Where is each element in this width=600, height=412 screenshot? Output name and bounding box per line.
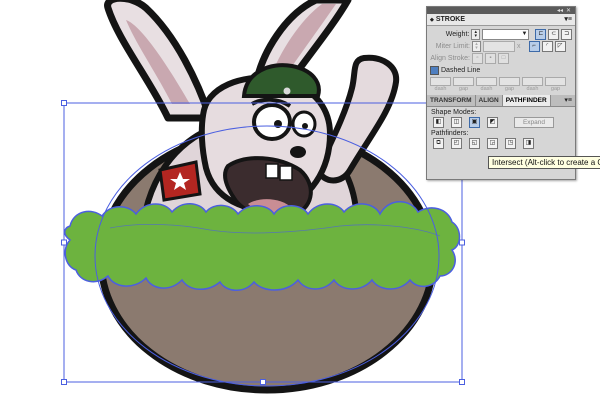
rabbit-beret bbox=[241, 63, 321, 98]
handle-left-middle[interactable] bbox=[61, 239, 67, 246]
divide-button[interactable]: ⧉ bbox=[433, 137, 444, 149]
weight-stepper[interactable]: ▴ ▾ bbox=[471, 28, 481, 40]
align-stroke-row: Align Stroke: ▫ ▪ □ bbox=[427, 52, 575, 64]
tab-bar: TRANSFORM ALIGN PATHFINDER ▾≡ bbox=[427, 95, 575, 107]
weight-label: Weight: bbox=[445, 30, 470, 38]
pathfinder-menu-icon[interactable]: ▾≡ bbox=[564, 96, 572, 104]
intersect-button[interactable]: ▣ bbox=[469, 116, 480, 128]
tab-transform[interactable]: TRANSFORM bbox=[427, 95, 476, 106]
dash-2[interactable]: dash bbox=[476, 77, 497, 92]
green-grass-blob[interactable] bbox=[64, 201, 461, 291]
panel-dock-bar[interactable]: ◂◂ ✕ bbox=[427, 7, 575, 14]
handle-bottom-right[interactable] bbox=[459, 379, 465, 385]
dash-3[interactable]: dash bbox=[522, 77, 543, 92]
rabbit-right-pupil bbox=[302, 123, 308, 129]
handle-right-middle[interactable] bbox=[459, 239, 465, 246]
shape-modes-row: ◧ ◫ ▣ ◩ Expand bbox=[427, 116, 575, 128]
dashed-checkbox[interactable] bbox=[430, 65, 439, 75]
shape-modes-label: Shape Modes: bbox=[431, 109, 477, 116]
stroke-panel-title[interactable]: ◆ STROKE ▾≡ bbox=[427, 14, 575, 26]
tab-pathfinder[interactable]: PATHFINDER bbox=[502, 95, 551, 106]
gap-1[interactable]: gap bbox=[453, 77, 474, 92]
expand-button[interactable]: Expand bbox=[514, 116, 554, 128]
close-panel-icon[interactable]: ✕ bbox=[566, 7, 571, 14]
miter-row: Miter Limit: ▴ ▾ x ⌐ ◜ ◸ bbox=[427, 40, 575, 52]
tab-align[interactable]: ALIGN bbox=[476, 95, 503, 106]
handle-bottom-left[interactable] bbox=[61, 379, 67, 385]
join-miter-button[interactable]: ⌐ bbox=[528, 40, 540, 52]
dash-gap-grid: dash gap dash gap dash gap bbox=[427, 76, 575, 93]
rabbit-nose bbox=[290, 146, 306, 158]
miter-suffix: x bbox=[517, 42, 521, 50]
handle-top-left[interactable] bbox=[61, 100, 67, 106]
align-inside-button[interactable]: ▪ bbox=[485, 52, 496, 64]
pathfinders-row: ⧉ ◰ ◱ ◲ ◳ ◨ bbox=[427, 137, 575, 149]
cap-round-button[interactable]: ⊂ bbox=[548, 28, 560, 40]
miter-stepper[interactable]: ▴ ▾ bbox=[472, 40, 481, 52]
exclude-button[interactable]: ◩ bbox=[487, 116, 498, 128]
collapse-icon[interactable]: ◂◂ bbox=[557, 7, 563, 14]
panel-collapse-icon[interactable]: ◆ bbox=[430, 17, 434, 23]
join-bevel-button[interactable]: ◸ bbox=[554, 40, 566, 52]
gap-3[interactable]: gap bbox=[545, 77, 566, 92]
trim-button[interactable]: ◰ bbox=[451, 137, 462, 149]
align-outside-button[interactable]: □ bbox=[498, 52, 509, 64]
cap-butt-button[interactable]: ⊏ bbox=[535, 28, 547, 40]
join-round-button[interactable]: ◜ bbox=[541, 40, 553, 52]
crop-button[interactable]: ◲ bbox=[487, 137, 498, 149]
merge-button[interactable]: ◱ bbox=[469, 137, 480, 149]
unite-button[interactable]: ◧ bbox=[433, 116, 444, 128]
rabbit-tooth-left bbox=[265, 163, 279, 179]
dashed-row: Dashed Line bbox=[427, 64, 575, 76]
stroke-title-text: STROKE bbox=[435, 16, 466, 23]
pathfinders-label: Pathfinders: bbox=[431, 130, 469, 137]
gap-2[interactable]: gap bbox=[499, 77, 520, 92]
cap-square-button[interactable]: ⊐ bbox=[561, 28, 573, 40]
align-center-button[interactable]: ▫ bbox=[472, 52, 483, 64]
miter-label: Miter Limit: bbox=[435, 42, 470, 50]
dashed-label: Dashed Line bbox=[441, 66, 481, 74]
weight-dropdown-icon[interactable]: ▼ bbox=[521, 31, 527, 37]
intersect-tooltip: Intersect (Alt-click to create a C bbox=[488, 156, 600, 169]
rabbit-left-eye bbox=[252, 103, 292, 141]
panel-menu-icon[interactable]: ▾≡ bbox=[564, 15, 572, 23]
beret-star-icon bbox=[283, 87, 291, 95]
handle-bottom-center[interactable] bbox=[260, 379, 266, 385]
minus-back-button[interactable]: ◨ bbox=[523, 137, 534, 149]
dash-1[interactable]: dash bbox=[430, 77, 451, 92]
weight-row: Weight: ▴ ▾ ▼ ⊏ ⊂ ⊐ bbox=[427, 28, 575, 40]
panel-group: ◂◂ ✕ ◆ STROKE ▾≡ Weight: ▴ ▾ ▼ ⊏ ⊂ ⊐ Mite… bbox=[426, 6, 576, 180]
rabbit-tooth-right bbox=[279, 165, 293, 181]
align-stroke-label: Align Stroke: bbox=[430, 54, 470, 62]
miter-input[interactable] bbox=[483, 40, 515, 52]
minus-front-button[interactable]: ◫ bbox=[451, 116, 462, 128]
outline-button[interactable]: ◳ bbox=[505, 137, 516, 149]
